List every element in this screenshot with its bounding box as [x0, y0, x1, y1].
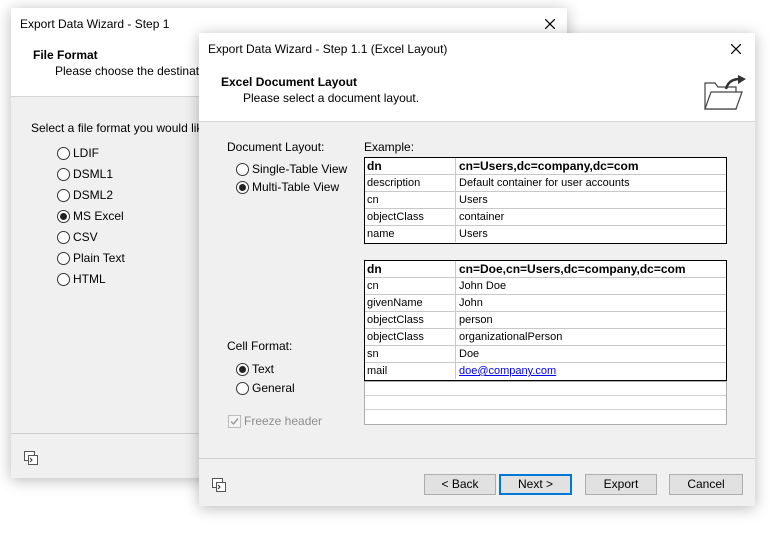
radio-plain-text[interactable] [57, 252, 70, 265]
console-icon[interactable] [212, 478, 226, 495]
radio-text[interactable] [236, 363, 249, 376]
back-window-title: Export Data Wizard - Step 1 [20, 17, 170, 31]
front-close-button[interactable] [723, 38, 749, 60]
table-row: sn Doe [365, 346, 726, 363]
table-row: mail doe@company.com [367, 363, 557, 379]
table-header-row: dn cn=Users,dc=company,dc=com [365, 158, 726, 175]
close-icon [545, 19, 555, 29]
example-table-doe: dn cn=Doe,cn=Users,dc=company,dc=com cn … [364, 260, 727, 381]
empty-row [365, 410, 726, 424]
email-link[interactable]: doe@company.com [459, 365, 556, 377]
table-row: cn John Doe [365, 278, 726, 295]
table-row: objectClass person [365, 312, 726, 329]
radio-multi-table[interactable] [236, 181, 249, 194]
front-window-title: Export Data Wizard - Step 1.1 (Excel Lay… [208, 42, 448, 56]
back-format-prompt: Select a file format you would like t [31, 121, 216, 135]
table-row: name Users [367, 226, 488, 242]
example-empty-rows [364, 381, 727, 425]
front-titlebar: Export Data Wizard - Step 1.1 (Excel Lay… [199, 33, 755, 65]
document-layout-label: Document Layout: [227, 140, 325, 154]
export-button[interactable]: Export [585, 474, 657, 495]
table-row: givenName John [365, 295, 726, 312]
example-table-users: dn cn=Users,dc=company,dc=com descriptio… [364, 157, 727, 244]
cell-format-label: Cell Format: [227, 339, 293, 353]
radio-dsml2[interactable] [57, 189, 70, 202]
back-button[interactable]: < Back [424, 474, 496, 495]
radio-html[interactable] [57, 273, 70, 286]
front-header: Excel Document Layout Please select a do… [199, 65, 755, 122]
radio-ms-excel[interactable] [57, 210, 70, 223]
empty-row [365, 382, 726, 396]
radio-general[interactable] [236, 382, 249, 395]
table-row: description Default container for user a… [365, 175, 726, 192]
close-icon [731, 44, 741, 54]
front-header-subtitle: Please select a document layout. [243, 91, 420, 105]
table-header-row: dn cn=Doe,cn=Users,dc=company,dc=com [365, 261, 726, 278]
front-header-title: Excel Document Layout [221, 75, 358, 89]
freeze-header-label: Freeze header [244, 414, 323, 428]
freeze-header-checkbox[interactable] [228, 415, 241, 428]
console-icon[interactable] [24, 451, 38, 468]
table-row: objectClass container [365, 209, 726, 226]
example-label: Example: [364, 140, 415, 154]
radio-ldif[interactable] [57, 147, 70, 160]
folder-export-icon [704, 75, 748, 114]
table-row: cn Users [365, 192, 726, 209]
cancel-button[interactable]: Cancel [669, 474, 743, 495]
checkmark-icon [230, 418, 239, 426]
front-footer-divider [199, 458, 755, 459]
back-close-button[interactable] [537, 13, 563, 35]
next-button[interactable]: Next > [499, 474, 572, 495]
back-header-subtitle: Please choose the destination [55, 64, 216, 78]
radio-single-table[interactable] [236, 163, 249, 176]
radio-csv[interactable] [57, 231, 70, 244]
radio-dsml1[interactable] [57, 168, 70, 181]
table-row: objectClass organizationalPerson [365, 329, 726, 346]
empty-row [365, 396, 726, 410]
back-header-title: File Format [33, 48, 98, 62]
